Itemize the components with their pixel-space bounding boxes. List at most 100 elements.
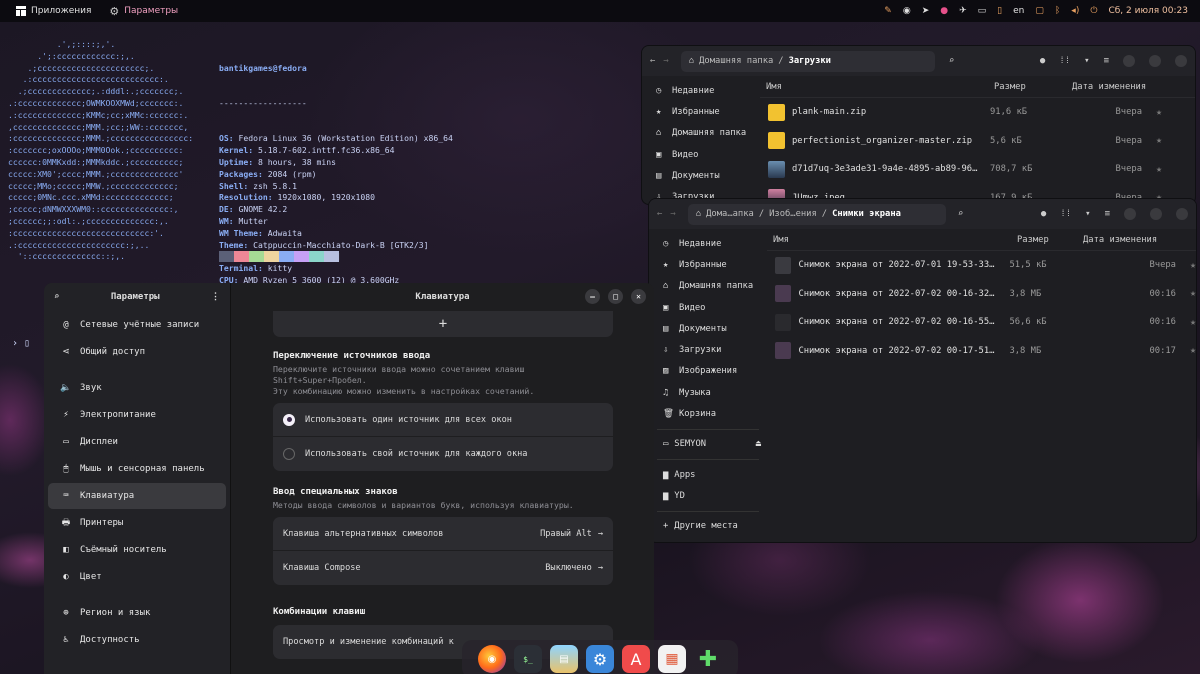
- radio-per-window[interactable]: Использовать свой источник для каждого о…: [273, 437, 613, 471]
- radio-button-selected[interactable]: [283, 413, 295, 426]
- path-home[interactable]: Домашняя папка: [699, 56, 773, 66]
- sidebar-item[interactable]: 🖶 Принтеры: [48, 510, 226, 536]
- path-current[interactable]: Загрузки: [789, 56, 831, 66]
- column-date[interactable]: Дата изменения: [1083, 235, 1183, 245]
- column-date[interactable]: Дата изменения: [1064, 82, 1174, 92]
- path-current[interactable]: Снимки экрана: [832, 209, 901, 219]
- sidebar-item[interactable]: ♿ Доступность: [48, 627, 226, 653]
- bluetooth-icon[interactable]: ᛒ: [1055, 6, 1060, 16]
- chevron-down-icon[interactable]: ▾: [1084, 56, 1089, 66]
- more-menu-icon[interactable]: ⋮: [211, 292, 220, 302]
- path-pictures[interactable]: Изоб…ения: [769, 209, 817, 219]
- sidebar-item[interactable]: @ Сетевые учётные записи: [48, 312, 226, 338]
- volume-icon[interactable]: ◂): [1071, 6, 1079, 16]
- file-row[interactable]: d71d7uq-3e3ade31-9a4e-4895-ab89-96… 708,7…: [760, 155, 1195, 184]
- applications-menu[interactable]: Приложения: [16, 6, 91, 16]
- sidebar-item[interactable]: ⇩ Загрузки: [649, 339, 767, 360]
- sidebar-item[interactable]: ◐ Цвет: [48, 564, 226, 590]
- sidebar-item-apps[interactable]: ▆ Apps: [649, 464, 767, 485]
- star-icon[interactable]: ★: [1190, 345, 1196, 356]
- sidebar-item[interactable]: ▨ Изображения: [649, 361, 767, 382]
- file-row[interactable]: plank-main.zip 91,6 кБ Вчера ★: [760, 98, 1195, 127]
- sidebar-item[interactable]: ◧ Съёмный носитель: [48, 537, 226, 563]
- terminal-icon[interactable]: $_: [514, 645, 542, 673]
- sidebar-item[interactable]: ▣ Видео: [642, 144, 760, 165]
- grid-view-icon[interactable]: ⁞⁞: [1060, 209, 1071, 219]
- forward-icon[interactable]: →: [663, 56, 668, 66]
- sidebar-item[interactable]: ⚡ Электропитание: [48, 402, 226, 428]
- sidebar-item[interactable]: ▤ Документы: [642, 165, 760, 186]
- file-row[interactable]: Снимок экрана от 2022-07-02 00-17-51… 3,8…: [767, 337, 1196, 366]
- column-size[interactable]: Размер: [1017, 235, 1083, 245]
- close-button[interactable]: ✕: [631, 289, 646, 304]
- sidebar-item[interactable]: ⌂ Домашняя папка: [642, 123, 760, 144]
- firefox-icon[interactable]: ◉: [478, 645, 506, 673]
- path-bar[interactable]: ⌂ Домашняя папка / Загрузки: [680, 50, 935, 72]
- forward-icon[interactable]: →: [670, 209, 675, 219]
- minimize-button[interactable]: [1123, 55, 1135, 67]
- sidebar-item[interactable]: ★ Избранные: [642, 101, 760, 122]
- path-home[interactable]: Дома…апка: [706, 209, 754, 219]
- sidebar-item[interactable]: ⌂ Домашняя папка: [649, 276, 767, 297]
- file-row[interactable]: perfectionist_organizer-master.zip 5,6 кБ…: [760, 127, 1195, 156]
- close-button[interactable]: [1176, 208, 1188, 220]
- keyboard-layout[interactable]: en: [1013, 6, 1024, 16]
- file-row[interactable]: Снимок экрана от 2022-07-01 19-53-33… 51,…: [767, 251, 1196, 280]
- star-icon[interactable]: ★: [1190, 260, 1196, 271]
- eject-icon[interactable]: ⏏: [756, 439, 761, 449]
- compose-key-row[interactable]: Клавиша Compose Выключено →: [273, 551, 613, 585]
- close-button[interactable]: [1175, 55, 1187, 67]
- search-icon[interactable]: ⌕: [54, 292, 59, 302]
- add-input-source-button[interactable]: +: [273, 311, 613, 337]
- minimize-button[interactable]: –: [585, 289, 600, 304]
- screenshot-icon[interactable]: ▭: [978, 6, 987, 16]
- tweaks-icon[interactable]: ▦: [658, 645, 686, 673]
- view-options-icon[interactable]: ●: [1041, 209, 1046, 219]
- sidebar-item[interactable]: 🖱 Мышь и сенсорная панель: [48, 456, 226, 482]
- search-icon[interactable]: ⌕: [958, 209, 963, 219]
- sidebar-item[interactable]: ◷ Недавние: [649, 233, 767, 254]
- file-row[interactable]: Снимок экрана от 2022-07-02 00-16-32… 3,8…: [767, 280, 1196, 309]
- extensions-puzzle-icon[interactable]: ✚: [694, 645, 722, 673]
- radio-same-source[interactable]: Использовать один источник для всех окон: [273, 403, 613, 437]
- app-indicator-icon[interactable]: ●: [940, 6, 948, 16]
- column-size[interactable]: Размер: [994, 82, 1064, 92]
- star-icon[interactable]: ★: [1190, 288, 1196, 299]
- column-name[interactable]: Имя: [767, 235, 1017, 245]
- clipboard-icon[interactable]: ▯: [997, 6, 1002, 16]
- settings-gear-icon[interactable]: ⚙: [586, 645, 614, 673]
- star-icon[interactable]: ★: [1156, 135, 1162, 146]
- sidebar-item-drive[interactable]: ▭ SEMYON ⏏: [649, 434, 767, 455]
- sidebar-item[interactable]: ◷ Недавние: [642, 80, 760, 101]
- hamburger-menu-icon[interactable]: ≡: [1105, 209, 1110, 219]
- sidebar-item[interactable]: ⋖ Общий доступ: [48, 339, 226, 365]
- monitor-icon[interactable]: ▢: [1035, 6, 1044, 16]
- settings-app-menu[interactable]: ⚙ Параметры: [109, 5, 178, 18]
- minimize-button[interactable]: [1124, 208, 1136, 220]
- sidebar-item[interactable]: ★ Избранные: [649, 254, 767, 275]
- chevron-down-icon[interactable]: ▾: [1085, 209, 1090, 219]
- sidebar-item[interactable]: 🗑 Корзина: [649, 403, 767, 424]
- color-picker-icon[interactable]: ✎: [884, 6, 892, 16]
- column-name[interactable]: Имя: [760, 82, 994, 92]
- hamburger-menu-icon[interactable]: ≡: [1104, 56, 1109, 66]
- sidebar-item[interactable]: ⊕ Регион и язык: [48, 600, 226, 626]
- maximize-button[interactable]: [1149, 55, 1161, 67]
- file-row[interactable]: Снимок экрана от 2022-07-02 00-16-55… 56,…: [767, 308, 1196, 337]
- sidebar-item[interactable]: ▤ Документы: [649, 318, 767, 339]
- search-icon[interactable]: ⌕: [949, 56, 954, 66]
- view-options-icon[interactable]: ●: [1040, 56, 1045, 66]
- power-icon[interactable]: ⏻: [1090, 6, 1097, 16]
- sidebar-item[interactable]: ▣ Видео: [649, 297, 767, 318]
- maximize-button[interactable]: □: [608, 289, 623, 304]
- sidebar-item[interactable]: ⌨ Клавиатура: [48, 483, 226, 509]
- maximize-button[interactable]: [1150, 208, 1162, 220]
- star-icon[interactable]: ★: [1156, 107, 1162, 118]
- path-bar[interactable]: ⌂ Дома…апка / Изоб…ения / Снимки экрана: [687, 203, 946, 225]
- radio-button[interactable]: [283, 448, 295, 460]
- back-icon[interactable]: ←: [657, 209, 662, 219]
- steam-icon[interactable]: ◉: [903, 6, 911, 16]
- back-icon[interactable]: ←: [650, 56, 655, 66]
- star-icon[interactable]: ★: [1190, 317, 1196, 328]
- sidebar-item[interactable]: ▭ Дисплеи: [48, 429, 226, 455]
